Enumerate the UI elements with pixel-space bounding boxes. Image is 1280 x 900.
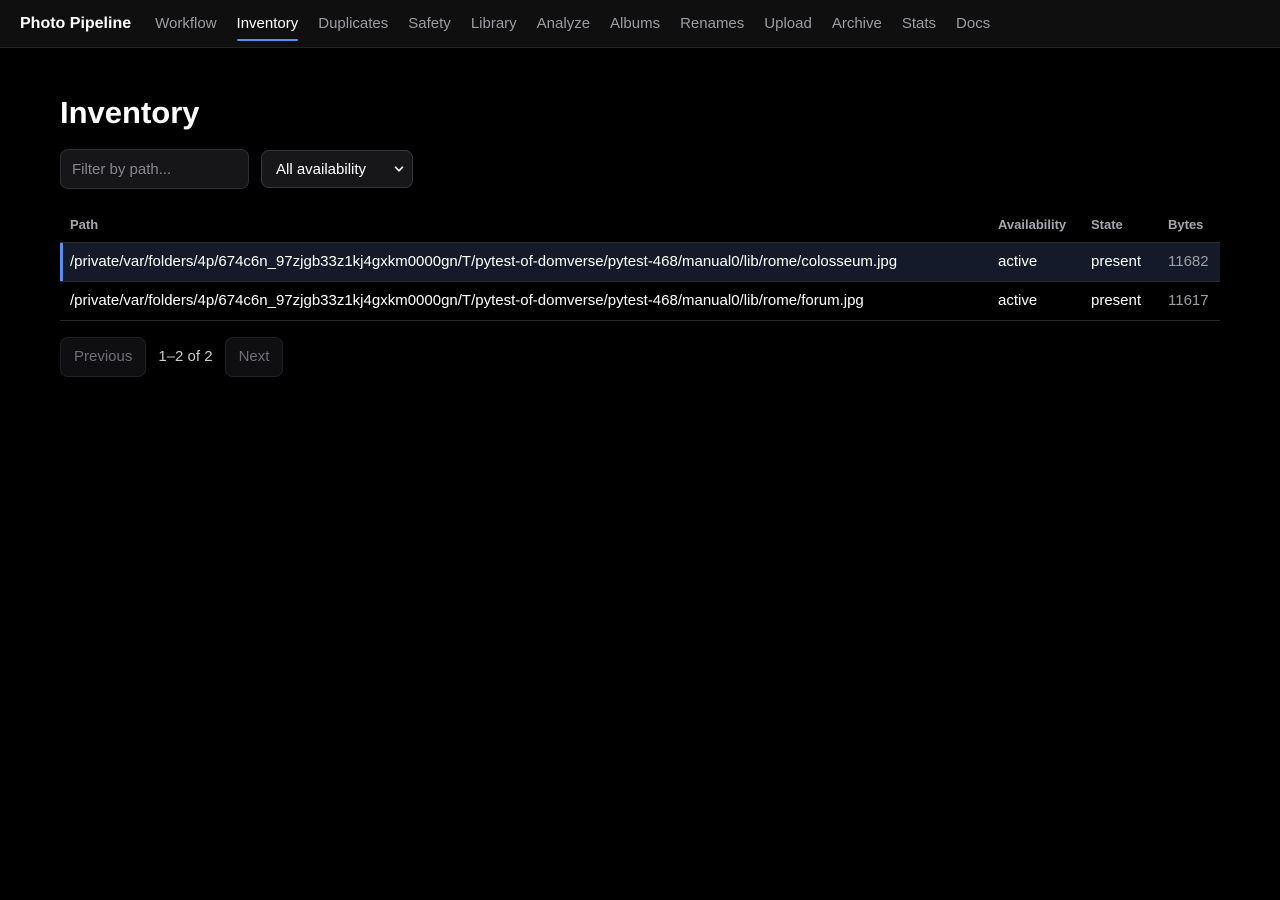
cell-state: present xyxy=(1081,281,1156,321)
availability-select[interactable]: All availability xyxy=(261,150,413,188)
availability-select-value: All availability xyxy=(276,160,367,178)
table-header-row: Path Availability State Bytes xyxy=(60,208,1220,243)
table-row[interactable]: /private/var/folders/4p/674c6n_97zjgb33z… xyxy=(60,281,1220,321)
nav-item-archive[interactable]: Archive xyxy=(832,0,882,48)
nav-item-duplicates[interactable]: Duplicates xyxy=(318,0,388,48)
column-header-state[interactable]: State xyxy=(1081,208,1156,243)
nav-item-upload[interactable]: Upload xyxy=(764,0,812,48)
main-content: Inventory All availability Path Availabi… xyxy=(0,94,1280,377)
nav-item-renames[interactable]: Renames xyxy=(680,0,744,48)
nav-item-analyze[interactable]: Analyze xyxy=(537,0,590,48)
nav-item-library[interactable]: Library xyxy=(471,0,517,48)
nav-item-stats[interactable]: Stats xyxy=(902,0,936,48)
main-nav: Workflow Inventory Duplicates Safety Lib… xyxy=(155,0,1010,48)
table-row[interactable]: /private/var/folders/4p/674c6n_97zjgb33z… xyxy=(60,242,1220,282)
previous-button[interactable]: Previous xyxy=(60,336,147,377)
column-header-path[interactable]: Path xyxy=(60,208,988,243)
path-filter-input[interactable] xyxy=(60,149,249,189)
page-title: Inventory xyxy=(60,95,200,130)
page-range-info: 1–2 of 2 xyxy=(158,348,213,365)
nav-item-inventory[interactable]: Inventory xyxy=(236,0,298,48)
nav-item-albums[interactable]: Albums xyxy=(610,0,660,48)
app-brand[interactable]: Photo Pipeline xyxy=(20,15,131,33)
column-header-bytes[interactable]: Bytes xyxy=(1156,208,1220,243)
cell-bytes: 11617 xyxy=(1156,281,1220,321)
cell-path: /private/var/folders/4p/674c6n_97zjgb33z… xyxy=(60,281,988,321)
nav-item-docs[interactable]: Docs xyxy=(956,0,990,48)
inventory-table: Path Availability State Bytes /private/v… xyxy=(60,208,1220,321)
nav-item-workflow[interactable]: Workflow xyxy=(155,0,216,48)
column-header-availability[interactable]: Availability xyxy=(988,208,1081,243)
nav-item-safety[interactable]: Safety xyxy=(408,0,451,48)
cell-state: present xyxy=(1081,242,1156,282)
next-button[interactable]: Next xyxy=(224,336,284,377)
filter-controls: All availability xyxy=(60,149,1220,189)
cell-bytes: 11682 xyxy=(1156,242,1220,282)
top-navbar: Photo Pipeline Workflow Inventory Duplic… xyxy=(0,0,1280,48)
chevron-down-icon xyxy=(394,164,404,174)
cell-availability: active xyxy=(988,281,1081,321)
pagination: Previous 1–2 of 2 Next xyxy=(60,336,1220,377)
cell-availability: active xyxy=(988,242,1081,282)
cell-path: /private/var/folders/4p/674c6n_97zjgb33z… xyxy=(60,242,988,282)
